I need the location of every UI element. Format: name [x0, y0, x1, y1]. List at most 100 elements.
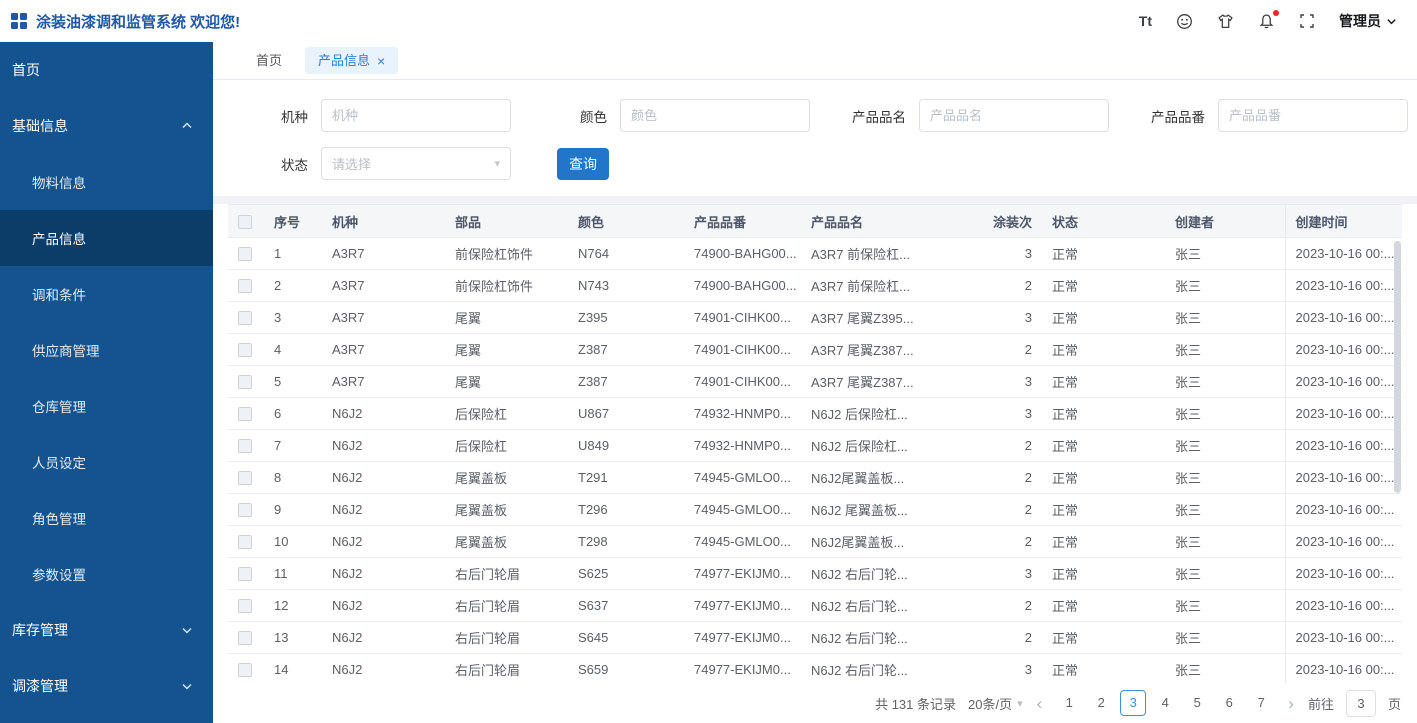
table-cell: 2023-10-16 00:...: [1284, 557, 1402, 590]
sidebar-subitem-supplier-management[interactable]: 供应商管理: [0, 322, 213, 378]
table-cell: A3R7: [322, 301, 445, 334]
row-checkbox[interactable]: [238, 599, 252, 614]
page-button-2[interactable]: 2: [1088, 690, 1114, 716]
theme-icon[interactable]: [1176, 13, 1193, 30]
field-label: 颜色: [580, 109, 607, 125]
row-checkbox[interactable]: [238, 343, 252, 358]
page-button-6[interactable]: 6: [1216, 690, 1242, 716]
font-size-icon[interactable]: Tt: [1139, 14, 1152, 28]
table-cell: 张三: [1165, 269, 1285, 302]
user-name: 管理员: [1339, 13, 1381, 29]
row-checkbox[interactable]: [238, 631, 252, 646]
row-checkbox[interactable]: [238, 471, 252, 486]
table-cell: 3: [924, 365, 1042, 398]
table-cell: 13: [264, 621, 322, 654]
table-cell: 2023-10-16 00:...: [1284, 621, 1402, 654]
close-icon[interactable]: ×: [377, 54, 385, 68]
table-cell: N6J2: [322, 397, 445, 430]
table-cell: 后保险杠: [445, 429, 568, 462]
sidebar-item-label: 基础信息: [12, 118, 68, 134]
table-cell: 2023-10-16 00:...: [1284, 461, 1402, 494]
product-name-input[interactable]: [919, 99, 1109, 132]
tab-product-info[interactable]: 产品信息 ×: [305, 47, 399, 74]
page-button-7[interactable]: 7: [1248, 690, 1274, 716]
sidebar-item-paint-management[interactable]: 调漆管理: [0, 658, 213, 714]
next-page-button[interactable]: ›: [1286, 695, 1296, 712]
sidebar-subitem-parameter-setting[interactable]: 参数设置: [0, 546, 213, 602]
table-cell: N6J2 后保险杠...: [801, 397, 924, 430]
row-checkbox[interactable]: [238, 311, 252, 326]
column-header: 颜色: [568, 204, 684, 238]
row-checkbox[interactable]: [238, 439, 252, 454]
table-cell: 74932-HNMP0...: [684, 397, 801, 430]
table-cell: N6J2: [322, 525, 445, 558]
table-cell: A3R7 尾翼Z387...: [801, 333, 924, 366]
row-checkbox[interactable]: [238, 375, 252, 390]
search-button[interactable]: 查询: [557, 147, 609, 180]
part-number-input[interactable]: [1218, 99, 1408, 132]
page-button-1[interactable]: 1: [1056, 690, 1082, 716]
select-all-checkbox[interactable]: [238, 214, 252, 229]
row-checkbox[interactable]: [238, 503, 252, 518]
chevron-down-icon: [182, 627, 192, 634]
row-checkbox[interactable]: [238, 279, 252, 294]
sidebar-subitem-warehouse-management[interactable]: 仓库管理: [0, 378, 213, 434]
table-cell: 74977-EKIJM0...: [684, 557, 801, 590]
sidebar-subitem-product-info[interactable]: 产品信息: [0, 210, 213, 266]
row-checkbox[interactable]: [238, 567, 252, 582]
sidebar-subitem-material-info[interactable]: 物料信息: [0, 154, 213, 210]
column-header: 涂装次: [924, 204, 1042, 238]
user-menu[interactable]: 管理员: [1339, 11, 1397, 31]
sidebar-item-home[interactable]: 首页: [0, 42, 213, 98]
model-input[interactable]: [321, 99, 511, 132]
skin-icon[interactable]: [1217, 13, 1234, 30]
table-cell: 2: [924, 269, 1042, 302]
table-cell: N6J2: [322, 429, 445, 462]
table-cell: T298: [568, 525, 684, 558]
sidebar-item-label: 仓库管理: [32, 400, 86, 415]
table-row: 8 N6J2 尾翼盖板 T291 74945-GMLO0... N6J2尾翼盖板... 2 正…: [228, 461, 1402, 494]
sidebar-subitem-role-management[interactable]: 角色管理: [0, 490, 213, 546]
table-cell: 前保险杠饰件: [445, 237, 568, 270]
page-button-3[interactable]: 3: [1120, 690, 1147, 716]
row-checkbox[interactable]: [238, 535, 252, 550]
table-row: 6 N6J2 后保险杠 U867 74932-HNMP0... N6J2 后保险杠... 3…: [228, 397, 1402, 430]
table-cell: 张三: [1165, 493, 1285, 526]
table-cell: N6J2: [322, 621, 445, 654]
status-select[interactable]: 请选择 ▾: [321, 147, 511, 180]
tab-home[interactable]: 首页: [243, 47, 295, 74]
row-checkbox[interactable]: [238, 247, 252, 262]
row-checkbox[interactable]: [238, 407, 252, 422]
table-cell: 张三: [1165, 397, 1285, 430]
tab-label: 首页: [256, 53, 283, 68]
table-cell: 8: [264, 461, 322, 494]
sidebar-item-label: 首页: [12, 62, 40, 78]
table-cell: 74977-EKIJM0...: [684, 621, 801, 654]
sidebar-item-basic-info[interactable]: 基础信息: [0, 98, 213, 154]
page-size-select[interactable]: 20条/页 ▾: [968, 694, 1023, 713]
column-header: 创建时间: [1284, 204, 1402, 238]
table-cell: 右后门轮眉: [445, 621, 568, 654]
vertical-scrollbar[interactable]: [1394, 241, 1401, 493]
table-cell: 2023-10-16 00:...: [1284, 429, 1402, 462]
fullscreen-icon[interactable]: [1299, 13, 1315, 29]
row-checkbox-cell: [228, 493, 264, 526]
table-cell: 3: [924, 653, 1042, 683]
table-cell: 74900-BAHG00...: [684, 269, 801, 302]
jump-page-input[interactable]: 3: [1345, 689, 1376, 717]
row-checkbox-cell: [228, 621, 264, 654]
sidebar-item-inventory-management[interactable]: 库存管理: [0, 602, 213, 658]
sidebar-subitem-blend-condition[interactable]: 调和条件: [0, 266, 213, 322]
table-cell: N6J2 尾翼盖板...: [801, 493, 924, 526]
row-checkbox[interactable]: [238, 663, 252, 678]
table-cell: 74901-CIHK00...: [684, 301, 801, 334]
tab-label: 产品信息: [318, 53, 371, 68]
page-button-4[interactable]: 4: [1152, 690, 1178, 716]
color-input[interactable]: [620, 99, 810, 132]
table-cell: 2023-10-16 00:...: [1284, 301, 1402, 334]
field-product-name: 产品品名: [841, 99, 1109, 132]
prev-page-button[interactable]: ‹: [1035, 695, 1045, 712]
sidebar-subitem-personnel-setting[interactable]: 人员设定: [0, 434, 213, 490]
notification-icon[interactable]: [1258, 9, 1279, 30]
page-button-5[interactable]: 5: [1184, 690, 1210, 716]
